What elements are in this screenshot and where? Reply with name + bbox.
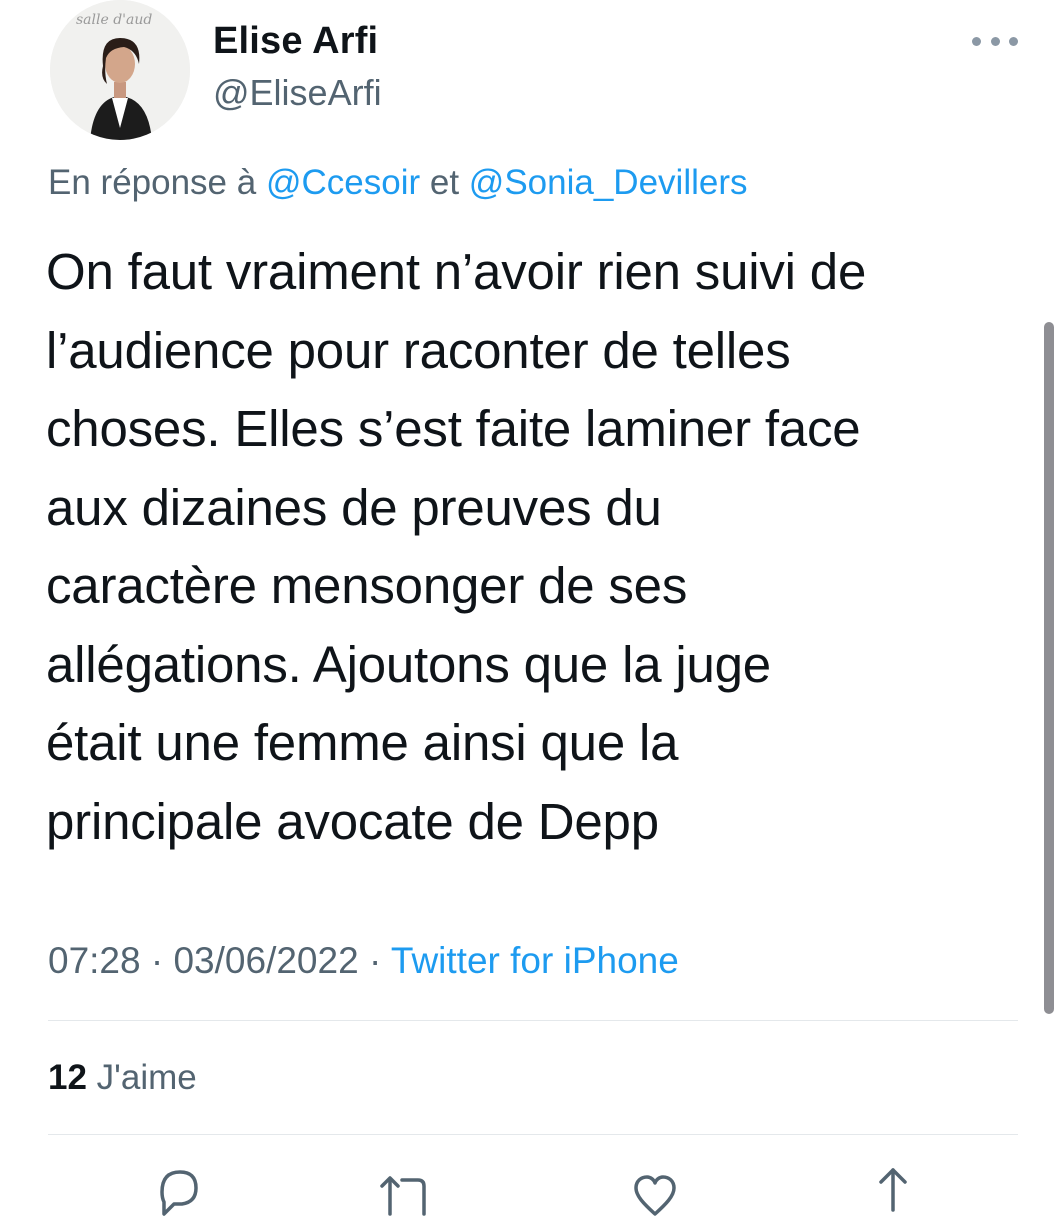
retweet-icon — [380, 1176, 426, 1216]
display-name[interactable]: Elise Arfi — [213, 20, 378, 63]
divider — [48, 1020, 1018, 1021]
heart-icon — [634, 1175, 676, 1216]
tweet-time: 07:28 — [48, 940, 141, 981]
dot-icon — [1009, 36, 1018, 46]
likes-label: J'aime — [96, 1058, 197, 1097]
meta-separator: · — [368, 940, 382, 981]
user-handle[interactable]: @EliseArfi — [213, 72, 382, 114]
scrollbar[interactable] — [1044, 322, 1054, 1014]
reply-joiner: et — [429, 163, 460, 202]
avatar-photo: salle d'aud — [50, 0, 190, 140]
meta-separator: · — [150, 940, 164, 981]
reply-icon — [160, 1170, 198, 1216]
avatar[interactable]: salle d'aud — [50, 0, 190, 140]
more-options-button[interactable] — [972, 28, 1018, 54]
reply-context: En réponse à @Ccesoir et @Sonia_Deviller… — [48, 163, 748, 203]
dot-icon — [990, 36, 1000, 46]
tweet-text: On faut vraiment n’avoir rien suivi de l… — [46, 243, 867, 850]
tweet-source-link[interactable]: Twitter for iPhone — [391, 940, 679, 981]
tweet-meta: 07:28 · 03/06/2022 · Twitter for iPhone — [48, 940, 679, 982]
reply-button[interactable] — [140, 1158, 210, 1218]
tweet-date: 03/06/2022 — [173, 940, 359, 981]
divider — [48, 1134, 1018, 1135]
retweet-button[interactable] — [370, 1158, 440, 1218]
share-icon — [879, 1168, 907, 1212]
likes-stat[interactable]: 12 J'aime — [48, 1058, 197, 1098]
like-button[interactable] — [620, 1158, 690, 1218]
avatar-text: salle d'aud — [76, 12, 152, 28]
reply-prefix: En réponse à — [48, 163, 257, 202]
likes-count: 12 — [48, 1058, 87, 1097]
reply-mention-sonia-devillers[interactable]: @Sonia_Devillers — [469, 163, 748, 202]
share-button[interactable] — [858, 1158, 928, 1218]
reply-mention-ccesoir[interactable]: @Ccesoir — [266, 163, 420, 202]
dot-icon — [972, 36, 981, 46]
